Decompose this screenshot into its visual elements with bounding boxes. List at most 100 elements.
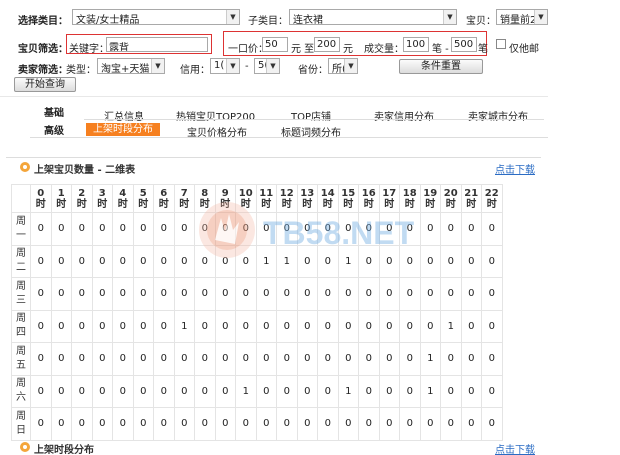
page: 选择类目： 文装/女士精品 ▼ 子类目： 连衣裙 ▼ 宝贝： 销量前2 ▼ 宝贝… xyxy=(0,0,620,455)
hour-header: 20 时 xyxy=(440,184,462,213)
count-cell: 0 xyxy=(214,277,236,311)
count-cell: 0 xyxy=(460,277,482,311)
type-select[interactable]: 淘宝+天猫 ▼ xyxy=(97,58,165,74)
count-cell: 0 xyxy=(235,342,257,376)
hour-suffix: 时 xyxy=(56,198,67,210)
count-cell: 0 xyxy=(91,277,113,311)
hour-suffix: 时 xyxy=(343,198,354,210)
count-cell: 0 xyxy=(419,407,441,441)
hour-header: 11 时 xyxy=(255,184,277,213)
hour-number: 13 xyxy=(300,187,315,199)
download-link[interactable]: 点击下载 xyxy=(495,441,535,455)
listing-select[interactable]: 销量前2 ▼ xyxy=(496,9,548,25)
day-label: 周三 xyxy=(11,277,31,311)
count-cell: 0 xyxy=(337,407,359,441)
count-cell: 0 xyxy=(378,309,400,343)
volume-min-input[interactable]: 100 xyxy=(403,37,429,52)
count-cell: 0 xyxy=(276,374,298,408)
hour-number: 14 xyxy=(320,187,335,199)
count-cell: 0 xyxy=(378,342,400,376)
table-row: 周四00000001000000000000100 xyxy=(11,309,503,343)
count-cell: 0 xyxy=(112,407,134,441)
section-listing-time: 上架时段分布 点击下载 xyxy=(6,438,541,455)
count-cell: 1 xyxy=(440,309,462,343)
price-min-input[interactable]: 50 xyxy=(262,37,288,52)
count-cell: 0 xyxy=(112,342,134,376)
count-cell: 0 xyxy=(296,407,318,441)
count-cell: 0 xyxy=(419,277,441,311)
table-row: 周五00000000000000000001000 xyxy=(11,342,503,376)
hour-header: 3时 xyxy=(91,184,113,213)
tab-top-shops[interactable]: TOP店铺 xyxy=(291,108,331,123)
reset-button[interactable]: 条件重置 xyxy=(399,59,483,74)
hour-suffix: 时 xyxy=(117,198,128,210)
price-unit2: 元 xyxy=(343,44,353,55)
count-cell: 0 xyxy=(399,277,421,311)
count-cell: 0 xyxy=(378,244,400,278)
count-cell: 0 xyxy=(296,277,318,311)
count-cell: 0 xyxy=(440,374,462,408)
count-cell: 0 xyxy=(30,244,52,278)
hour-header: 15 时 xyxy=(337,184,359,213)
count-cell: 0 xyxy=(153,309,175,343)
mall-only-checkbox[interactable] xyxy=(496,39,506,49)
hour-number: 6 xyxy=(160,187,168,199)
category-select[interactable]: 文装/女士精品 ▼ xyxy=(72,9,240,25)
tab-summary[interactable]: 汇总信息 xyxy=(104,108,144,123)
count-cell: 0 xyxy=(255,407,277,441)
tab-top200[interactable]: 热销宝贝TOP200 xyxy=(176,108,255,123)
section-title: 上架时段分布 xyxy=(34,445,94,455)
chevron-down-icon: ▼ xyxy=(226,59,239,73)
price-max-input[interactable]: 200 xyxy=(314,37,340,52)
count-cell: 0 xyxy=(317,342,339,376)
count-cell: 0 xyxy=(440,212,462,246)
count-cell: 0 xyxy=(337,309,359,343)
credit-max-select[interactable]: 5( ▼ xyxy=(254,58,280,74)
subcategory-select[interactable]: 连衣裙 ▼ xyxy=(289,9,457,25)
count-cell: 0 xyxy=(358,212,380,246)
count-cell: 0 xyxy=(317,374,339,408)
province-select[interactable]: 所( ▼ xyxy=(328,58,358,74)
hour-suffix: 时 xyxy=(261,198,272,210)
count-cell: 0 xyxy=(317,309,339,343)
count-cell: 0 xyxy=(173,342,195,376)
volume-max-input[interactable]: 500 xyxy=(451,37,477,52)
credit-min-value: 1( xyxy=(214,60,225,71)
keyword-input[interactable]: 露背 xyxy=(106,37,208,52)
hour-header: 9时 xyxy=(214,184,236,213)
hour-header: 21 时 xyxy=(460,184,482,213)
count-cell: 0 xyxy=(71,342,93,376)
credit-min-select[interactable]: 1( ▼ xyxy=(210,58,240,74)
bullet-icon xyxy=(20,442,30,452)
count-cell: 0 xyxy=(153,244,175,278)
count-cell: 0 xyxy=(173,212,195,246)
hour-suffix: 时 xyxy=(302,198,313,210)
tab-seller-credit[interactable]: 卖家信用分布 xyxy=(374,108,434,123)
tab-listing-time[interactable]: 上架时段分布 xyxy=(86,123,160,136)
count-cell: 0 xyxy=(358,309,380,343)
count-cell: 0 xyxy=(399,309,421,343)
count-cell: 0 xyxy=(440,342,462,376)
count-cell: 0 xyxy=(112,277,134,311)
count-cell: 0 xyxy=(399,244,421,278)
count-cell: 0 xyxy=(91,244,113,278)
count-cell: 1 xyxy=(419,342,441,376)
count-cell: 0 xyxy=(214,407,236,441)
category-value: 文装/女士精品 xyxy=(76,15,140,25)
count-cell: 0 xyxy=(399,212,421,246)
count-cell: 0 xyxy=(153,277,175,311)
tab-seller-city[interactable]: 卖家城市分布 xyxy=(468,108,528,123)
count-cell: 0 xyxy=(440,407,462,441)
query-button[interactable]: 开始查询 xyxy=(14,77,76,92)
day-label: 周一 xyxy=(11,212,31,246)
count-cell: 0 xyxy=(50,374,72,408)
hour-header: 7时 xyxy=(173,184,195,213)
count-cell: 0 xyxy=(91,374,113,408)
hour-suffix: 时 xyxy=(199,198,210,210)
chevron-down-icon: ▼ xyxy=(344,59,357,73)
hour-header: 2时 xyxy=(71,184,93,213)
credit-label: 信用： xyxy=(180,65,210,76)
hour-number: 4 xyxy=(119,187,127,199)
download-link[interactable]: 点击下载 xyxy=(495,161,535,176)
count-cell: 0 xyxy=(460,309,482,343)
